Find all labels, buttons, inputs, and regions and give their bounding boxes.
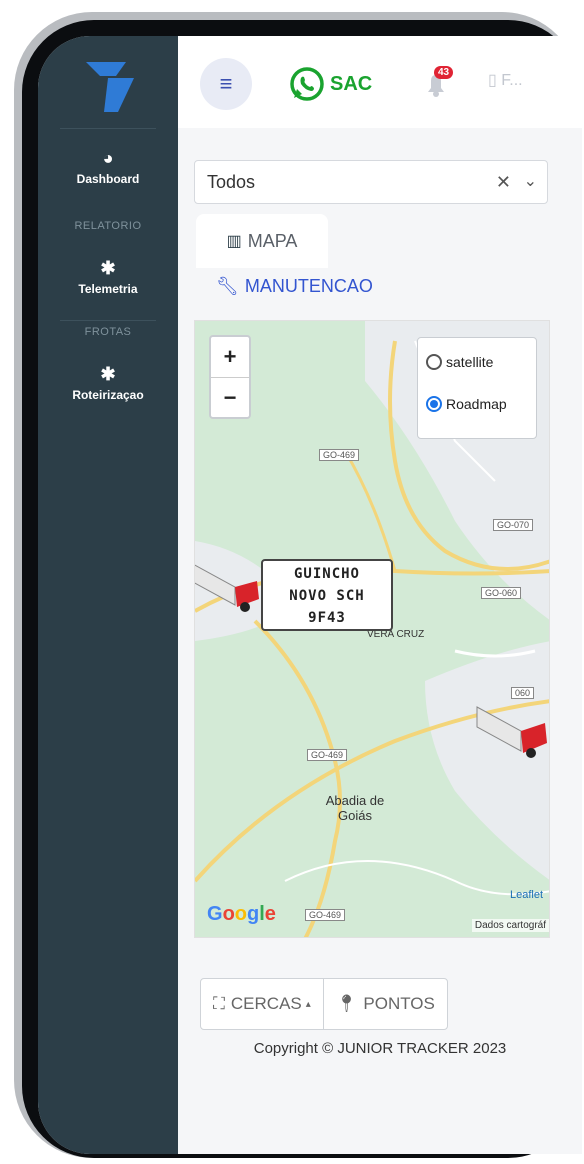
top-bar: ≡ SAC 43 ▯ F... bbox=[178, 36, 582, 129]
truck-marker-icon[interactable] bbox=[475, 693, 550, 763]
sidebar-divider bbox=[60, 320, 156, 321]
tab-mapa[interactable]: ▥ MAPA bbox=[196, 214, 328, 268]
zoom-in-button[interactable]: + bbox=[211, 337, 249, 377]
vehicle-popup[interactable]: GUINCHO NOVO SCH 9F43 bbox=[261, 559, 393, 631]
tab-mapa-label: MAPA bbox=[247, 230, 298, 251]
sac-label: SAC bbox=[330, 72, 373, 95]
vehicle-label-line: GUINCHO bbox=[293, 566, 360, 582]
filter-selected-value: Todos bbox=[207, 172, 256, 192]
chevron-down-icon[interactable]: ⌄ bbox=[524, 171, 537, 191]
road-label: GO-469 bbox=[307, 749, 348, 761]
fence-icon: ⛶ bbox=[213, 994, 225, 1013]
app-screen: ◕ Dashboard RELATORIO ✱ Telemetria FROTA… bbox=[38, 36, 582, 1154]
place-label-abadia: Abadia de Goiás bbox=[325, 793, 385, 823]
cercas-label: CERCAS bbox=[230, 994, 302, 1013]
sidebar-section-relatorio: RELATORIO bbox=[74, 220, 142, 232]
map-view[interactable]: GO-469 GO-070 GO-060 GO-469 GO-469 060 A… bbox=[194, 320, 550, 938]
map-tools-button-group: ⛶ CERCAS ▴ 📍︎ PONTOS bbox=[200, 978, 448, 1030]
zoom-out-button[interactable]: − bbox=[211, 378, 249, 418]
radio-satellite[interactable] bbox=[426, 354, 442, 370]
sidebar-divider bbox=[60, 128, 156, 129]
sidebar-item-label: Roteirizaçao bbox=[72, 388, 144, 402]
sidebar: ◕ Dashboard RELATORIO ✱ Telemetria FROTA… bbox=[38, 36, 178, 1154]
map-pin-icon: 📍︎ bbox=[335, 994, 358, 1013]
gear-icon: ✱ bbox=[100, 258, 116, 278]
tab-manutencao[interactable]: 🔧︎ MANUTENCAO bbox=[216, 276, 373, 297]
radio-roadmap[interactable] bbox=[426, 396, 442, 412]
sidebar-item-telemetria[interactable]: ✱ Telemetria bbox=[38, 258, 178, 296]
road-label: GO-469 bbox=[305, 909, 346, 921]
map-data-attribution[interactable]: Dados cartográf bbox=[471, 919, 549, 932]
zoom-control: + − bbox=[209, 335, 251, 419]
layer-option-satellite[interactable]: satellite bbox=[426, 354, 493, 370]
menu-toggle-button[interactable]: ≡ bbox=[200, 58, 252, 110]
cercas-dropdown-button[interactable]: ⛶ CERCAS ▴ bbox=[201, 979, 324, 1029]
road-label: GO-060 bbox=[481, 587, 522, 599]
dashboard-gauge-icon: ◕ bbox=[102, 148, 114, 168]
road-label: GO-070 bbox=[493, 519, 534, 531]
content-area: Todos ✕ ⌄ ▥ MAPA 🔧︎ MANUTENCAO GO-469 GO… bbox=[178, 128, 582, 1154]
road-label: GO-469 bbox=[319, 449, 360, 461]
vehicle-label-line: 9F43 bbox=[308, 610, 346, 626]
wrench-icon: 🔧︎ bbox=[216, 276, 239, 296]
map-icon: ▥ bbox=[226, 233, 242, 250]
google-logo: Google bbox=[207, 903, 276, 925]
building-icon: ▯ bbox=[488, 72, 497, 89]
notification-badge: 43 bbox=[434, 66, 454, 79]
layer-label: satellite bbox=[446, 354, 494, 370]
sac-whatsapp-link[interactable]: SAC bbox=[288, 62, 372, 106]
vehicle-label-line: NOVO SCH bbox=[289, 588, 365, 604]
vehicle-filter-select[interactable]: Todos ✕ ⌄ bbox=[194, 160, 548, 204]
clear-icon[interactable]: ✕ bbox=[496, 172, 511, 193]
hamburger-icon: ≡ bbox=[219, 71, 233, 96]
sidebar-item-label: Dashboard bbox=[76, 172, 140, 186]
layer-option-roadmap[interactable]: Roadmap bbox=[426, 396, 507, 412]
sidebar-item-roteirizacao[interactable]: ✱ Roteirizaçao bbox=[38, 364, 178, 402]
gear-icon: ✱ bbox=[100, 364, 116, 384]
layer-switcher: satellite Roadmap bbox=[417, 337, 537, 439]
pontos-button[interactable]: 📍︎ PONTOS bbox=[324, 979, 447, 1029]
user-label: F... bbox=[501, 72, 523, 89]
leaflet-attribution-link[interactable]: Leaflet bbox=[510, 889, 543, 901]
whatsapp-icon bbox=[290, 67, 324, 101]
junior-tracker-logo bbox=[86, 62, 134, 112]
sidebar-item-label: Telemetria bbox=[78, 282, 138, 296]
sidebar-item-dashboard[interactable]: ◕ Dashboard bbox=[38, 148, 178, 186]
main-area: ≡ SAC 43 ▯ F... Todos ✕ ⌄ ▥ MAPA 🔧︎ MANU… bbox=[178, 36, 582, 1154]
sidebar-section-frotas: FROTAS bbox=[84, 326, 132, 338]
copyright-footer: Copyright © JUNIOR TRACKER 2023 bbox=[253, 1040, 507, 1057]
layer-label: Roadmap bbox=[446, 396, 507, 412]
tab-manutencao-label: MANUTENCAO bbox=[244, 276, 373, 296]
user-menu[interactable]: ▯ F... bbox=[488, 70, 523, 90]
caret-up-icon: ▴ bbox=[305, 998, 311, 1010]
truck-marker-icon[interactable] bbox=[195, 553, 263, 617]
pontos-label: PONTOS bbox=[363, 994, 435, 1013]
